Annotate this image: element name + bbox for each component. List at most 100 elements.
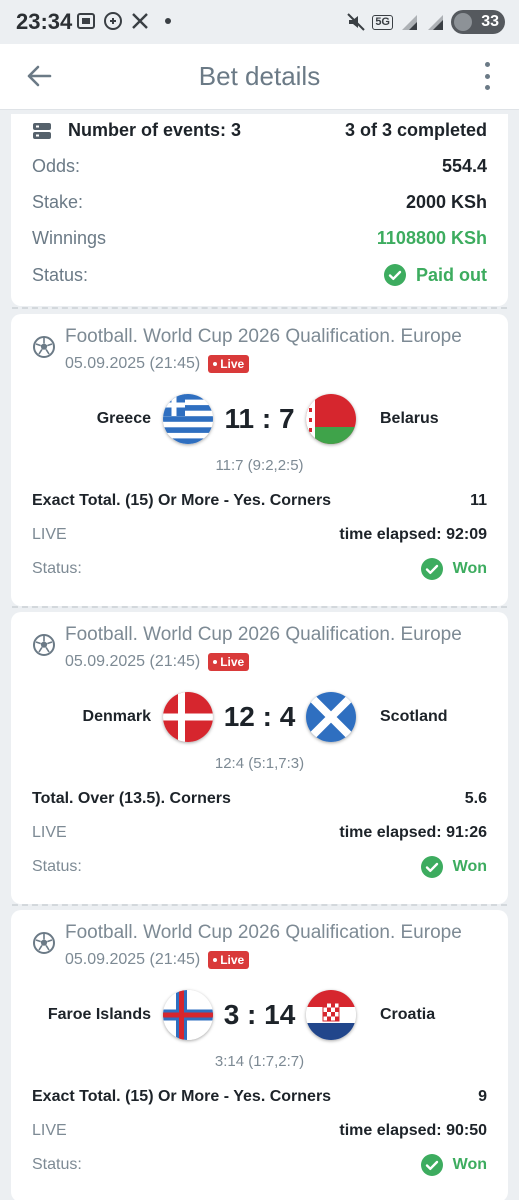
- time-elapsed: time elapsed: 91:26: [339, 824, 487, 841]
- time-elapsed: time elapsed: 90:50: [339, 1122, 487, 1139]
- event-datetime: 05.09.2025 (21:45) Live: [65, 951, 250, 969]
- live-label: LIVE: [32, 824, 67, 841]
- status-value: Won: [452, 1156, 487, 1173]
- status-time: 23:34: [16, 9, 73, 34]
- mute-icon: [347, 13, 366, 31]
- bet-odds: 11: [470, 492, 487, 509]
- match-row: Denmark 12 : 4 Scotland: [11, 690, 508, 744]
- event-card[interactable]: Football. World Cup 2026 Qualification. …: [11, 910, 508, 1200]
- page-title: Bet details: [198, 61, 321, 91]
- away-flag-icon: [306, 692, 356, 742]
- system-icons: 5G 33: [346, 10, 505, 34]
- away-team: Croatia: [380, 1006, 436, 1023]
- event-card[interactable]: Football. World Cup 2026 Qualification. …: [11, 314, 508, 606]
- period-score: 12:4 (5:1,7:3): [214, 755, 305, 772]
- event-status: Status: Won: [32, 856, 487, 878]
- app-bar: Bet details: [0, 44, 519, 110]
- live-badge-label: Live: [220, 357, 245, 371]
- match-row: Faroe Islands 3 : 14 Croatia: [11, 988, 508, 1042]
- event-card[interactable]: Football. World Cup 2026 Qualification. …: [11, 612, 508, 904]
- league-name: Football. World Cup 2026 Qualification. …: [65, 922, 462, 943]
- event-date: 05.09.2025 (21:45): [65, 653, 201, 670]
- check-circle-icon: [420, 1154, 443, 1176]
- dot-icon: [165, 18, 171, 24]
- time-elapsed: time elapsed: 92:09: [339, 526, 487, 543]
- period-score: 3:14 (1:7,2:7): [214, 1053, 305, 1070]
- winnings-label: Winnings: [32, 228, 107, 248]
- live-info: LIVE time elapsed: 90:50: [32, 1122, 487, 1140]
- odds-label: Odds:: [32, 156, 81, 176]
- event-status: Status: Won: [32, 1154, 487, 1176]
- live-badge-label: Live: [220, 953, 245, 967]
- status-label: Status:: [32, 264, 89, 285]
- event-datetime: 05.09.2025 (21:45) Live: [65, 653, 250, 671]
- bet-market: Exact Total. (15) Or More - Yes. Corners: [32, 1088, 332, 1105]
- signal-icon: [428, 15, 443, 30]
- won-status: Won: [420, 558, 487, 580]
- bet-selection: Total. Over (13.5). Corners 5.6: [32, 790, 487, 808]
- event-date: 05.09.2025 (21:45): [65, 951, 201, 968]
- paid-out-status: Paid out: [384, 264, 487, 286]
- live-badge: Live: [208, 653, 250, 671]
- live-badge: Live: [208, 951, 250, 969]
- divider: [12, 904, 507, 906]
- event-date: 05.09.2025 (21:45): [65, 355, 201, 372]
- events-count: Number of events: 3: [32, 120, 241, 141]
- period-score: 11:7 (9:2,2:5): [215, 457, 304, 474]
- x-icon: [132, 13, 148, 29]
- live-info: LIVE time elapsed: 92:09: [32, 526, 487, 544]
- divider: [12, 307, 507, 309]
- away-team: Belarus: [380, 410, 439, 427]
- divider: [12, 606, 507, 608]
- ticket-icon: [33, 122, 51, 139]
- event-status: Status: Won: [32, 558, 487, 580]
- away-flag-icon: [306, 394, 356, 444]
- away-flag-icon: [306, 990, 356, 1040]
- live-info: LIVE time elapsed: 91:26: [32, 824, 487, 842]
- notification-icons: [76, 11, 171, 31]
- match-row: Greece 11 : 7 Belarus: [11, 392, 508, 446]
- events-count-label: Number of events: 3: [68, 120, 242, 140]
- status-value: Won: [452, 560, 487, 577]
- bet-market: Total. Over (13.5). Corners: [32, 790, 231, 807]
- check-circle-icon: [384, 264, 406, 286]
- league-name: Football. World Cup 2026 Qualification. …: [65, 624, 462, 645]
- football-icon: [33, 932, 55, 954]
- status-label: Status:: [32, 1156, 82, 1173]
- bet-selection: Exact Total. (15) Or More - Yes. Corners…: [32, 1088, 487, 1106]
- check-circle-icon: [420, 856, 443, 878]
- live-badge: Live: [208, 355, 250, 373]
- won-status: Won: [420, 1154, 487, 1176]
- status-bar: 23:34 5G 33: [0, 0, 519, 44]
- live-label: LIVE: [32, 1122, 67, 1139]
- bet-odds: 9: [478, 1088, 487, 1105]
- stake-value: 2000 KSh: [405, 192, 487, 212]
- league-name: Football. World Cup 2026 Qualification. …: [65, 326, 462, 347]
- event-datetime: 05.09.2025 (21:45) Live: [65, 355, 250, 373]
- network-type: 5G: [372, 14, 393, 30]
- bet-market: Exact Total. (15) Or More - Yes. Corners: [32, 492, 332, 509]
- status-label: Status:: [32, 560, 82, 577]
- bet-summary-card: Number of events: 3 3 of 3 completed Odd…: [11, 114, 508, 306]
- stake-label: Stake:: [32, 192, 84, 212]
- signal-icon: [402, 15, 417, 30]
- status-label: Status:: [32, 858, 82, 875]
- won-status: Won: [420, 856, 487, 878]
- whatsapp-icon: [104, 12, 122, 30]
- check-circle-icon: [420, 558, 443, 580]
- football-icon: [33, 336, 55, 358]
- events-completed: 3 of 3 completed: [344, 120, 487, 140]
- odds-value: 554.4: [441, 156, 487, 176]
- football-icon: [33, 634, 55, 656]
- more-vertical-icon[interactable]: [483, 62, 491, 90]
- screenshot-icon: [77, 13, 95, 29]
- away-team: Scotland: [380, 708, 448, 725]
- status-value: Won: [452, 858, 487, 875]
- bet-odds: 5.6: [464, 790, 487, 807]
- winnings-value: 1108800 KSh: [376, 228, 487, 248]
- bet-selection: Exact Total. (15) Or More - Yes. Corners…: [32, 492, 487, 510]
- live-label: LIVE: [32, 526, 67, 543]
- status-value: Paid out: [416, 264, 487, 285]
- live-badge-label: Live: [220, 655, 245, 669]
- battery-icon: 33: [451, 10, 505, 34]
